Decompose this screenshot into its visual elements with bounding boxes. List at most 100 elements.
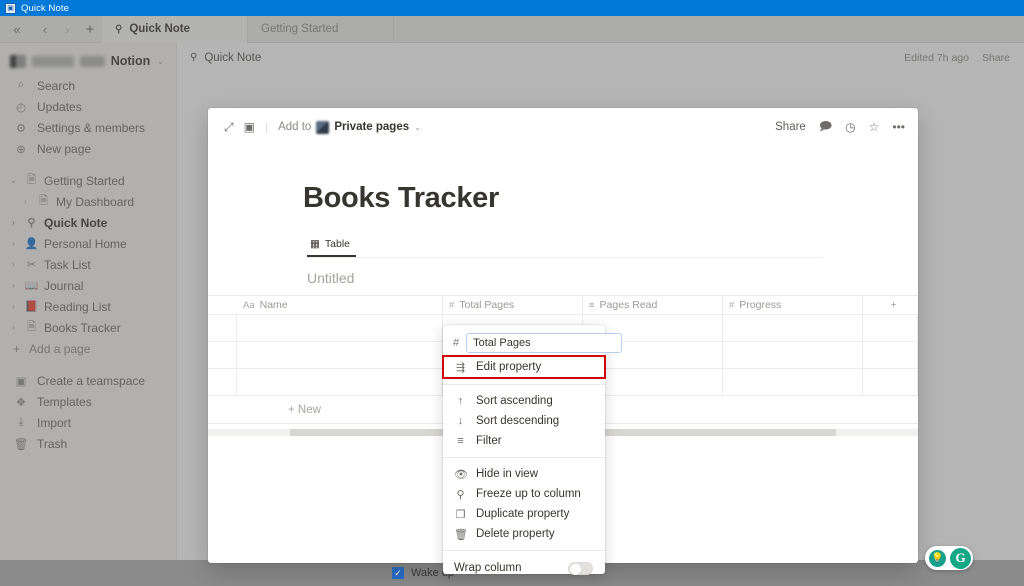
sidebar-item-templates[interactable]: ❖ Templates [0,391,176,412]
menu-item-label: Edit property [476,361,542,373]
column-header-pages-read[interactable]: ≡ Pages Read [583,296,723,314]
add-to-destination[interactable]: Add to Private pages ⌄ [278,120,421,134]
workspace-switcher[interactable]: Notion ⌄ [0,47,176,75]
cell-name[interactable] [237,369,443,395]
sidebar-item-label: Templates [37,394,92,409]
destination-label: Private pages [334,121,410,133]
view-tab-table[interactable]: ▦ Table [307,238,357,257]
cell-name[interactable] [237,315,443,341]
column-header-progress[interactable]: # Progress [723,296,863,314]
cell-name[interactable] [237,342,443,368]
cell-progress[interactable] [723,342,863,368]
number-type-icon: # [729,299,735,311]
lightbulb-icon[interactable]: 💡 [929,549,946,567]
eye-off-icon: 👁 [454,468,468,481]
person-icon: 👤 [24,238,39,250]
sidebar-add-page-button[interactable]: + Add a page [0,338,176,359]
new-tab-button[interactable]: + [78,16,102,43]
back-button[interactable]: ‹ [34,16,56,43]
pin-icon: ⚲ [190,52,198,63]
sidebar-page-reading-list[interactable]: › 📕 Reading List [0,296,176,317]
sidebar-page-label: Getting Started [44,173,125,188]
text-type-icon: Aa [243,299,255,311]
chevron-right-icon[interactable]: › [8,281,19,290]
page-title: Books Tracker [303,182,499,214]
breadcrumb[interactable]: ⚲ Quick Note [190,52,261,64]
wrap-column-toggle[interactable] [568,561,593,575]
dialog-header: ⤢ ▣ | Add to Private pages ⌄ Share 🗩 ◷ ☆ [208,108,918,146]
view-tab-label: Table [324,238,351,250]
menu-item-sort-ascending[interactable]: ↑ Sort ascending [443,391,605,411]
sidebar-item-search[interactable]: ⌕ Search [0,75,176,96]
more-options-icon[interactable]: ••• [892,120,905,134]
sidebar-page-books-tracker[interactable]: › 🗎 Books Tracker [0,317,176,338]
collapse-sidebar-button[interactable]: « [0,16,34,43]
share-button[interactable]: Share [775,121,806,133]
cell-spacer [863,315,918,341]
sidebar-page-label: Quick Note [44,215,108,230]
book-icon: 📕 [24,301,39,313]
menu-item-hide-in-view[interactable]: 👁 Hide in view [443,464,605,484]
chevron-right-icon[interactable]: › [8,260,19,269]
sidebar-item-new-page[interactable]: ⊕ New page [0,138,176,159]
workspace-avatar-small [316,120,330,134]
tab-strip: « ‹ › + ⚲ Quick Note Getting Started [0,15,1024,43]
star-icon[interactable]: ☆ [869,120,880,134]
menu-item-filter[interactable]: ≡ Filter [443,431,605,451]
pin-icon: ⚲ [456,488,465,501]
property-name-input[interactable] [466,333,623,353]
database-title: Untitled [307,270,355,286]
cell-progress[interactable] [723,369,863,395]
open-full-page-icon[interactable]: ▣ [244,120,255,134]
forward-button[interactable]: › [56,16,78,43]
chevron-right-icon[interactable]: › [8,302,19,311]
add-column-button[interactable]: + [863,296,918,314]
comment-icon[interactable]: 🗩 [819,117,832,138]
sidebar-page-task-list[interactable]: › ✂ Task List [0,254,176,275]
workspace-name-redacted-2 [79,55,105,67]
chevron-right-icon[interactable]: › [20,197,31,206]
column-header-label: Progress [739,299,782,311]
window-icon: ▣ [5,2,16,14]
grammarly-widget[interactable]: 💡 G [925,546,973,570]
column-header-name[interactable]: Aa Name [237,296,443,314]
sidebar-item-settings[interactable]: ⚙ Settings & members [0,117,176,138]
sidebar-item-import[interactable]: ⤓ Import [0,412,176,433]
chevron-right-icon[interactable]: › [8,323,19,332]
menu-item-duplicate-property[interactable]: ❐ Duplicate property [443,504,605,524]
chevron-down-icon[interactable]: ⌄ [8,176,19,185]
column-header-label: Total Pages [459,299,515,311]
sidebar-page-getting-started[interactable]: ⌄ 🗎 Getting Started [0,170,176,191]
add-to-label: Add to [278,121,312,133]
share-button[interactable]: Share [982,52,1010,64]
cell-progress[interactable] [723,315,863,341]
column-header-label: Pages Read [599,299,658,311]
menu-item-wrap-column[interactable]: Wrap column [443,557,605,579]
clock-icon: ◴ [15,101,27,114]
checkbox-icon[interactable]: ✓ [392,567,404,579]
number-type-icon[interactable]: # [453,337,459,349]
sidebar-item-label: Create a teamspace [37,373,146,388]
row-gutter [208,369,237,395]
tab-getting-started[interactable]: Getting Started [248,15,394,43]
menu-item-sort-descending[interactable]: ↓ Sort descending [443,411,605,431]
column-header-total-pages[interactable]: # Total Pages [443,296,583,314]
sidebar-item-trash[interactable]: 🗑 Trash [0,433,176,454]
menu-item-freeze-up-to-column[interactable]: ⚲ Freeze up to column [443,484,605,504]
sidebar-page-journal[interactable]: › 📖 Journal [0,275,176,296]
history-icon[interactable]: ◷ [845,120,855,134]
sidebar-item-create-teamspace[interactable]: ▣ Create a teamspace [0,370,176,391]
expand-icon[interactable]: ⤢ [224,120,234,135]
chevron-right-icon[interactable]: › [8,239,19,248]
menu-item-delete-property[interactable]: 🗑 Delete property [443,524,605,544]
tab-quick-note[interactable]: ⚲ Quick Note [102,15,248,43]
sidebar-item-updates[interactable]: ◴ Updates [0,96,176,117]
sidebar-page-quick-note[interactable]: › ⚲ Quick Note [0,212,176,233]
chevron-down-icon: ⌄ [414,122,421,132]
sidebar-page-personal-home[interactable]: › 👤 Personal Home [0,233,176,254]
trash-icon: 🗑 [13,438,29,451]
grammarly-logo-icon[interactable]: G [950,547,971,569]
menu-item-edit-property[interactable]: ⇶ Edit property [442,355,606,379]
chevron-right-icon[interactable]: › [8,218,19,227]
sidebar-page-my-dashboard[interactable]: › 🗎 My Dashboard [0,191,176,212]
